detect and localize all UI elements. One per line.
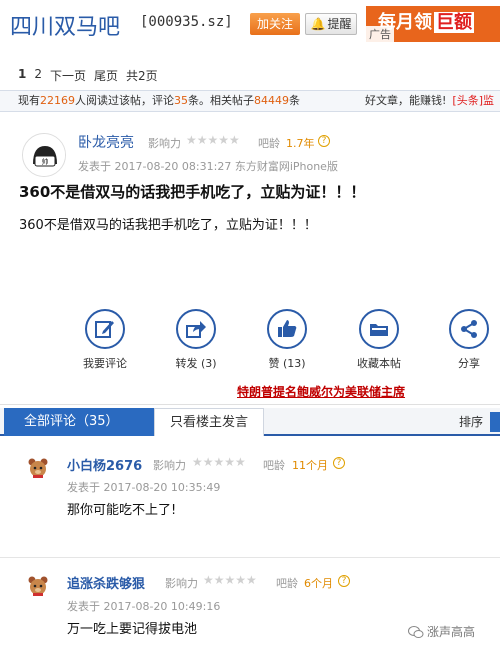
age-label: 吧龄 — [276, 577, 298, 590]
reader-count: 22169 — [40, 94, 75, 107]
share-promo[interactable]: 好文章，能赚钱! — [365, 94, 446, 107]
forum-title[interactable]: 四川双马吧 — [10, 9, 120, 41]
action-label: 我要评论 — [83, 357, 127, 370]
help-icon[interactable]: ? — [338, 575, 350, 587]
comment-count: 35 — [174, 94, 188, 107]
thumbs-up-icon — [267, 309, 307, 349]
last-page-link[interactable]: 尾页 — [94, 67, 118, 84]
forward-action[interactable]: 转发 (3) — [161, 309, 231, 371]
tab-all-comments[interactable]: 全部评论（35） — [4, 408, 154, 436]
main-post: 帅 卧龙亮亮 影响力 ★★★★★ 吧龄 1.7年 ? 发表于 2017-08-2… — [0, 113, 500, 405]
age-label: 吧龄 — [263, 459, 285, 472]
stock-code: [000935.sz] — [140, 14, 233, 30]
age-label: 吧龄 — [258, 137, 280, 150]
stats-right: 好文章，能赚钱! [头条]监 — [365, 91, 494, 111]
avatar[interactable]: 帅 — [22, 133, 66, 177]
comment-meta: 发表于 2017-08-20 10:49:16 — [67, 600, 221, 613]
avatar[interactable] — [27, 575, 49, 597]
pager: 1 2 下一页 尾页 共2页 — [18, 67, 158, 84]
edit-icon — [85, 309, 125, 349]
share-forward-icon — [176, 309, 216, 349]
comment-divider — [0, 557, 500, 558]
remind-label: 提醒 — [327, 17, 352, 31]
comment-tabs: 全部评论（35） 只看楼主发言 排序 — [0, 408, 500, 436]
influence-stars: ★★★★★ — [192, 455, 246, 469]
age-value: 6个月 — [304, 577, 333, 590]
sort-button[interactable]: 排序 — [459, 408, 483, 436]
share-action[interactable]: 分享 — [434, 309, 500, 371]
page-2-link[interactable]: 2 — [34, 67, 42, 84]
stats-text: 条 — [289, 94, 300, 107]
stats-text: 条。相关帖子 — [188, 94, 254, 107]
watermark: 涨声高高 — [408, 623, 475, 640]
svg-text:帅: 帅 — [42, 157, 49, 166]
influence-stars: ★★★★★ — [186, 133, 240, 147]
comment-author[interactable]: 小白杨2676 — [67, 455, 142, 474]
tab-owner-only[interactable]: 只看楼主发言 — [154, 408, 264, 436]
ad-tag: 广告 — [366, 26, 394, 42]
comment-action[interactable]: 我要评论 — [70, 309, 140, 371]
page-1-link[interactable]: 1 — [18, 67, 26, 84]
ad-highlight: 巨额 — [434, 12, 474, 33]
influence-label: 影响力 — [153, 459, 186, 472]
comment-body: 万一吃上要记得拔电池 — [67, 622, 198, 637]
folder-icon — [359, 309, 399, 349]
stats-prefix: 现有 — [18, 94, 40, 107]
post-meta: 发表于 2017-08-20 08:31:27 东方财富网iPhone版 — [78, 160, 338, 173]
stats-bar: 现有22169人阅读过该帖，评论35条。相关帖子84449条 好文章，能赚钱! [… — [0, 90, 500, 112]
related-count[interactable]: 84449 — [254, 94, 289, 107]
sort-toggle[interactable] — [490, 412, 500, 432]
comment-author[interactable]: 追涨杀跌够狠 — [67, 573, 145, 592]
influence-label: 影响力 — [148, 137, 181, 150]
post-body: 360不是借双马的话我把手机吃了，立贴为证！！！ — [19, 218, 317, 233]
forum-header: 四川双马吧 [000935.sz] 加关注 🔔 提醒 每月领 巨额 广告 — [0, 0, 500, 50]
favorite-action[interactable]: 收藏本帖 — [344, 309, 414, 371]
influence-label: 影响力 — [165, 577, 198, 590]
remind-button[interactable]: 🔔 提醒 — [305, 13, 357, 35]
post-title: 360不是借双马的话我把手机吃了，立贴为证！！！ — [19, 183, 366, 201]
follow-button[interactable]: 加关注 — [250, 13, 300, 35]
comment-meta: 发表于 2017-08-20 10:35:49 — [67, 481, 221, 494]
help-icon[interactable]: ? — [333, 457, 345, 469]
action-label: 收藏本帖 — [357, 357, 401, 370]
action-label: 转发 (3) — [175, 357, 217, 370]
help-icon[interactable]: ? — [318, 135, 330, 147]
action-label: 分享 — [458, 357, 480, 370]
share-nodes-icon — [449, 309, 489, 349]
watermark-text: 涨声高高 — [427, 625, 476, 639]
post-author[interactable]: 卧龙亮亮 — [78, 132, 134, 152]
avatar[interactable] — [27, 457, 49, 479]
stats-text: 人阅读过该帖，评论 — [75, 94, 174, 107]
headline-link[interactable]: [头条]监 — [452, 94, 494, 107]
wechat-icon — [408, 625, 424, 638]
like-action[interactable]: 赞 (13) — [252, 309, 322, 371]
influence-stars: ★★★★★ — [203, 573, 257, 587]
age-value: 1.7年 — [286, 137, 315, 150]
comment-body: 那你可能吃不上了! — [67, 503, 177, 518]
total-pages: 共2页 — [126, 69, 158, 83]
bell-icon: 🔔 — [310, 17, 326, 31]
news-link[interactable]: 特朗普提名鲍威尔为美联储主席 — [237, 383, 405, 400]
next-page-link[interactable]: 下一页 — [50, 67, 86, 84]
age-value: 11个月 — [292, 459, 328, 472]
action-label: 赞 (13) — [268, 357, 306, 370]
